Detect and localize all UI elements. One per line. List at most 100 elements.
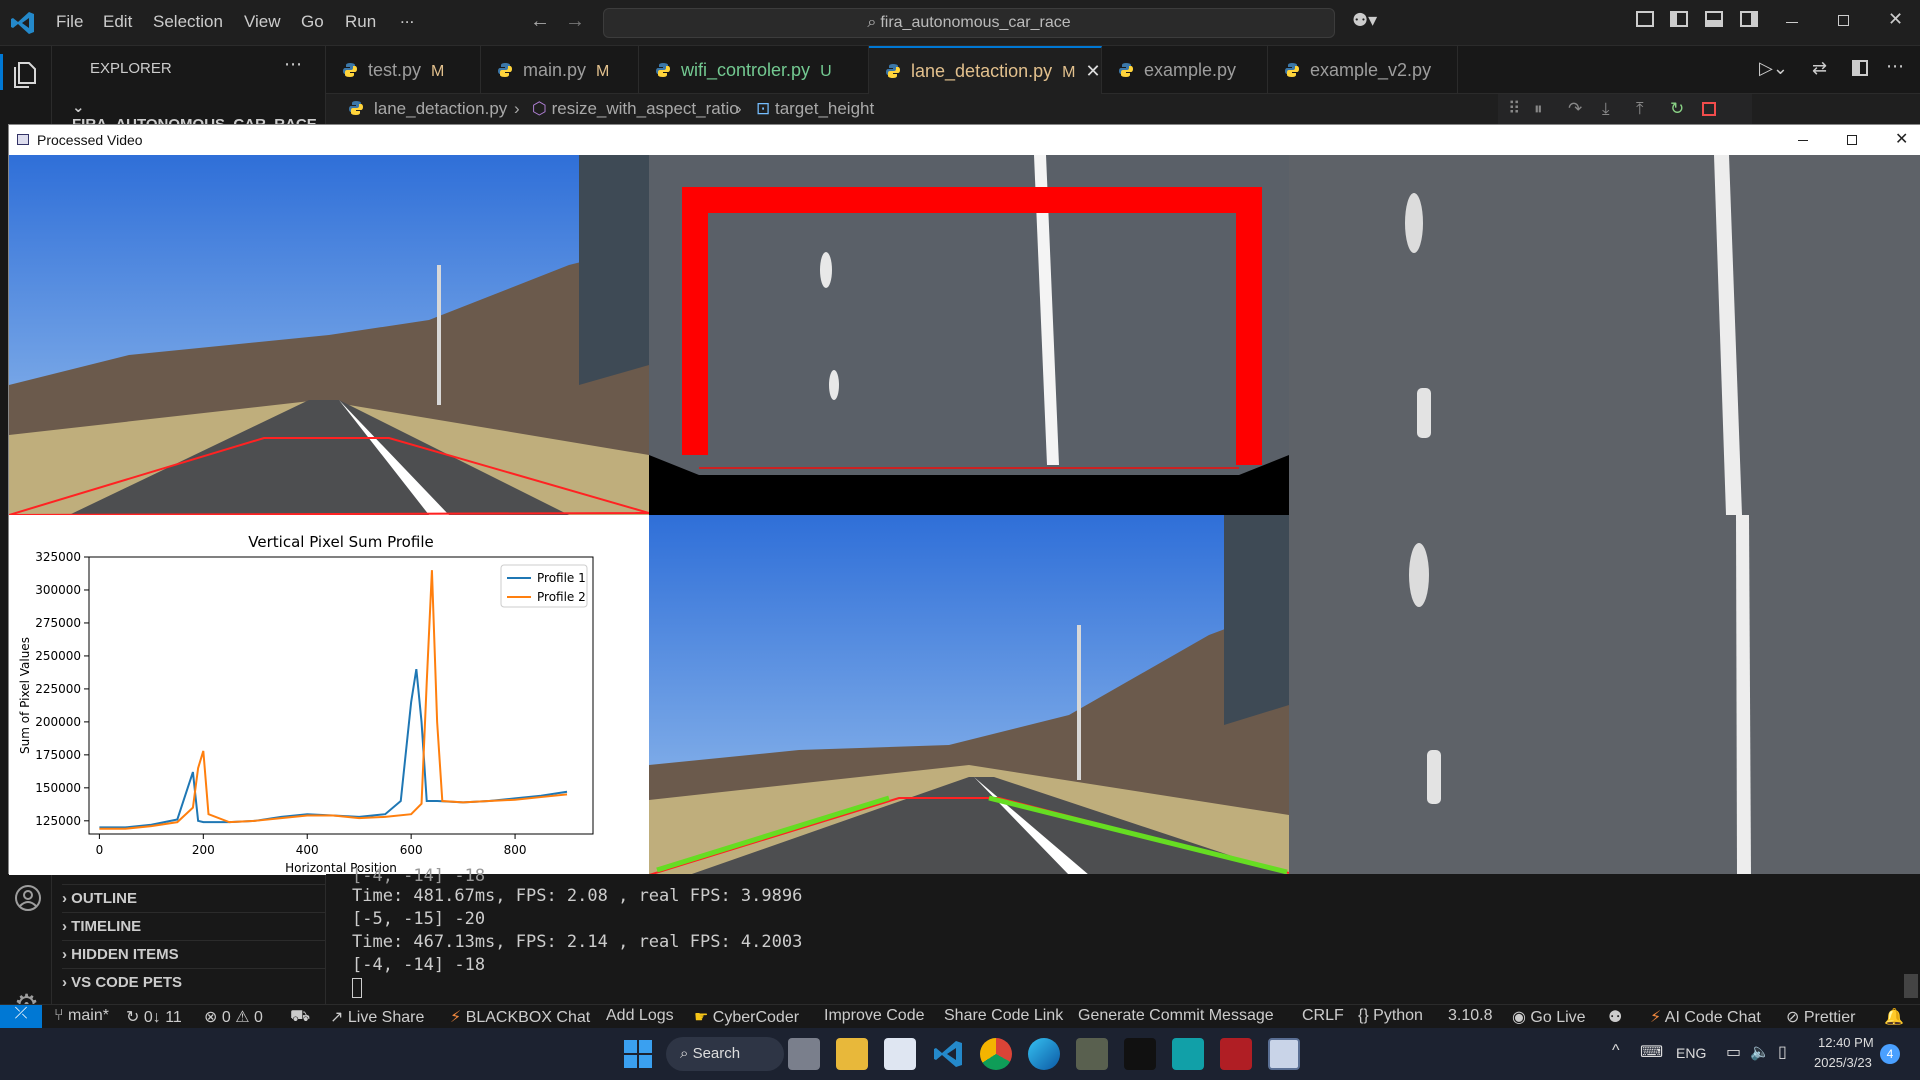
menu-edit[interactable]: Edit bbox=[103, 12, 132, 32]
toggle-secondary-sidebar-icon[interactable] bbox=[1740, 11, 1758, 27]
battery-icon[interactable]: ▯ bbox=[1778, 1042, 1787, 1062]
copilot-icon[interactable]: ⚉▾ bbox=[1352, 10, 1377, 31]
copilot-status-icon[interactable]: ⚉ bbox=[1608, 1007, 1622, 1027]
tab-lane-detaction-py[interactable]: lane_detaction.py M ✕ bbox=[869, 46, 1102, 94]
menu-more[interactable]: ... bbox=[400, 8, 414, 28]
sync-icon: ↻ bbox=[126, 1009, 144, 1026]
unity-icon[interactable] bbox=[1124, 1038, 1156, 1070]
close-icon[interactable]: ✕ bbox=[1895, 125, 1908, 155]
forward-arrow-icon[interactable]: → bbox=[565, 10, 585, 33]
toggle-panel-icon[interactable] bbox=[1705, 11, 1723, 27]
sync-status[interactable]: ↻ 0↓ 11 bbox=[126, 1007, 182, 1027]
remote-icon[interactable]: ⤫ bbox=[0, 1005, 42, 1029]
cybercoder-button[interactable]: ☛ CyberCoder bbox=[694, 1007, 799, 1027]
python-version-status[interactable]: 3.10.8 bbox=[1448, 1007, 1492, 1025]
live-share-label: Live Share bbox=[347, 1009, 425, 1026]
language-indicator[interactable]: ENG bbox=[1676, 1045, 1706, 1061]
vs-code-pets-section[interactable]: › VS CODE PETS bbox=[62, 968, 326, 996]
tab-label: example_v2.py bbox=[1310, 60, 1432, 80]
terminal-panel[interactable]: [-4, -14] -18 Time: 481.67ms, FPS: 2.08 … bbox=[326, 866, 1920, 1004]
task-view-icon[interactable] bbox=[788, 1038, 820, 1070]
restore-icon[interactable] bbox=[1838, 15, 1849, 26]
drag-handle-icon[interactable]: ⠿ bbox=[1508, 94, 1520, 124]
add-logs-button[interactable]: Add Logs bbox=[606, 1007, 674, 1025]
share-code-link-button[interactable]: Share Code Link bbox=[944, 1007, 1063, 1025]
stop-icon[interactable] bbox=[1702, 102, 1716, 116]
breadcrumb-file[interactable]: lane_detaction.py bbox=[348, 94, 507, 124]
taskbar-search[interactable]: ⌕ Search bbox=[666, 1037, 784, 1071]
customize-layout-icon[interactable] bbox=[1636, 11, 1654, 27]
improve-code-button[interactable]: Improve Code bbox=[824, 1007, 925, 1025]
tab-main-py[interactable]: main.py M bbox=[481, 46, 639, 94]
menu-view[interactable]: View bbox=[244, 12, 281, 32]
keyboard-icon[interactable]: ⌨ bbox=[1640, 1042, 1663, 1062]
status-bar: ⤫ ⑂ main* ↻ 0↓ 11 ⊗ 0 ⚠ 0 ⛟ ↗ Live Share… bbox=[0, 1004, 1920, 1029]
volume-icon[interactable]: 🔈 bbox=[1750, 1042, 1770, 1062]
menu-file[interactable]: File bbox=[56, 12, 83, 32]
hidden-items-section[interactable]: › HIDDEN ITEMS bbox=[62, 940, 326, 968]
python-window-icon[interactable] bbox=[1268, 1038, 1300, 1070]
tab-wifi-controler-py[interactable]: wifi_controler.py U bbox=[639, 46, 869, 94]
notifications-bell-icon[interactable]: 🔔 bbox=[1884, 1007, 1904, 1027]
menu-go[interactable]: Go bbox=[301, 12, 324, 32]
close-tab-icon[interactable]: ✕ bbox=[1085, 61, 1100, 81]
chrome-icon[interactable] bbox=[980, 1038, 1012, 1070]
python-file-icon bbox=[656, 63, 670, 77]
notification-badge[interactable]: 4 bbox=[1880, 1044, 1900, 1064]
y-tick-label: 225000 bbox=[35, 682, 81, 696]
debug-status-icon[interactable]: ⛟ bbox=[290, 1007, 310, 1027]
terminal-scrollbar[interactable] bbox=[1904, 974, 1918, 998]
step-over-icon[interactable]: ↷ bbox=[1568, 94, 1582, 124]
run-icon[interactable]: ▷⌄ bbox=[1759, 58, 1788, 79]
tray-chevron-icon[interactable]: ^ bbox=[1612, 1042, 1620, 1060]
blackbox-chat-button[interactable]: ⚡ BLACKBOX Chat bbox=[450, 1007, 590, 1027]
editor-more-icon[interactable]: ⋯ bbox=[1886, 56, 1904, 77]
acrobat-icon[interactable] bbox=[1220, 1038, 1252, 1070]
timeline-section[interactable]: › TIMELINE bbox=[62, 912, 326, 940]
restart-icon[interactable]: ↻ bbox=[1670, 94, 1684, 124]
compare-changes-icon[interactable]: ⇄ bbox=[1812, 58, 1827, 79]
tab-example-py[interactable]: example.py bbox=[1102, 46, 1268, 94]
step-into-icon[interactable]: ⤓ bbox=[1602, 94, 1610, 124]
clock-date[interactable]: 2025/3/23 bbox=[1814, 1055, 1872, 1070]
minimize-icon[interactable] bbox=[1786, 22, 1798, 23]
go-live-button[interactable]: ◉ Go Live bbox=[1512, 1007, 1586, 1027]
files-icon[interactable] bbox=[13, 58, 41, 88]
live-share-button[interactable]: ↗ Live Share bbox=[330, 1007, 424, 1027]
notepad-icon[interactable] bbox=[884, 1038, 916, 1070]
tab-test-py[interactable]: test.py M bbox=[326, 46, 481, 94]
network-icon[interactable]: ▭ bbox=[1726, 1042, 1741, 1062]
outline-section[interactable]: › OUTLINE bbox=[62, 884, 326, 912]
file-explorer-icon[interactable] bbox=[836, 1038, 868, 1070]
eol-status[interactable]: CRLF bbox=[1302, 1007, 1344, 1025]
menu-run[interactable]: Run bbox=[345, 12, 376, 32]
tab-example-v2-py[interactable]: example_v2.py bbox=[1268, 46, 1458, 94]
app-icon[interactable] bbox=[1076, 1038, 1108, 1070]
windows-start-icon[interactable] bbox=[624, 1040, 652, 1068]
toggle-sidebar-icon[interactable] bbox=[1670, 11, 1688, 27]
generate-commit-button[interactable]: Generate Commit Message bbox=[1078, 1007, 1274, 1025]
problems-status[interactable]: ⊗ 0 ⚠ 0 bbox=[204, 1007, 263, 1027]
edge-icon[interactable] bbox=[1028, 1038, 1060, 1070]
language-status[interactable]: {} Python bbox=[1358, 1007, 1423, 1025]
arduino-icon[interactable] bbox=[1172, 1038, 1204, 1070]
explorer-more-icon[interactable]: ⋯ bbox=[284, 54, 302, 75]
maximize-icon[interactable] bbox=[1847, 135, 1857, 145]
clock-time[interactable]: 12:40 PM bbox=[1818, 1035, 1874, 1050]
back-arrow-icon[interactable]: ← bbox=[530, 10, 550, 33]
breadcrumb-variable[interactable]: ⊡ target_height bbox=[756, 94, 874, 124]
minimize-icon[interactable] bbox=[1798, 140, 1808, 141]
branch-status[interactable]: ⑂ main* bbox=[54, 1007, 109, 1025]
breadcrumb-function[interactable]: ⬡ resize_with_aspect_ratio bbox=[532, 94, 739, 124]
step-out-icon[interactable]: ⤒ bbox=[1636, 94, 1644, 124]
menu-selection[interactable]: Selection bbox=[153, 12, 223, 32]
vscode-taskbar-icon[interactable] bbox=[932, 1038, 964, 1070]
account-icon[interactable] bbox=[14, 884, 42, 912]
close-window-icon[interactable]: ✕ bbox=[1888, 9, 1903, 30]
ai-code-chat-button[interactable]: ⚡ AI Code Chat bbox=[1650, 1007, 1761, 1027]
vs-code-pets-label: VS CODE PETS bbox=[71, 974, 183, 991]
split-editor-icon[interactable] bbox=[1852, 60, 1868, 76]
prettier-button[interactable]: ⊘ Prettier bbox=[1786, 1007, 1855, 1027]
command-center[interactable]: ⌕ fira_autonomous_car_race bbox=[603, 8, 1335, 38]
pause-icon[interactable]: ⏸ bbox=[1534, 94, 1543, 124]
